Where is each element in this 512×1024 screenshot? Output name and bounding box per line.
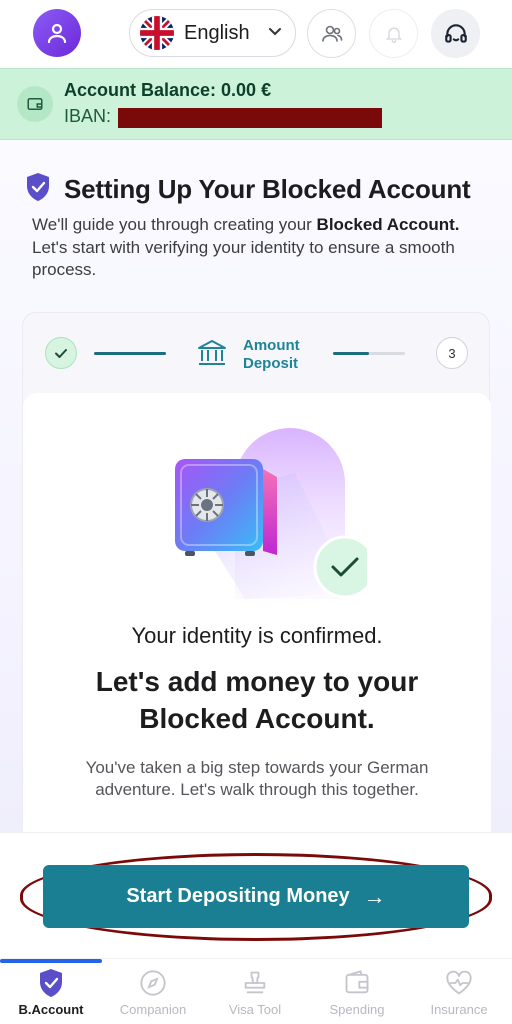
iban-redacted [118, 108, 382, 128]
step-1-complete [45, 337, 77, 369]
current-step-label: Amount Deposit [243, 337, 300, 372]
language-selector[interactable]: English [129, 9, 296, 57]
page-title: Setting Up Your Blocked Account [64, 174, 471, 204]
user-icon [47, 23, 67, 44]
nav-label: B.Account [18, 1002, 84, 1017]
shield-icon [27, 173, 49, 201]
users-icon [321, 25, 342, 42]
chevron-down-icon [267, 23, 283, 44]
safe-illustration [175, 428, 367, 599]
nav-label: Visa Tool [228, 1002, 282, 1017]
step-3: 3 [436, 337, 468, 369]
start-depositing-label: Start Depositing Money [126, 885, 350, 907]
identity-confirmed-text: Your identity is confirmed. [131, 623, 383, 648]
nav-label: Companion [119, 1002, 187, 1017]
intro-text: We'll guide you through creating your Bl… [32, 215, 460, 279]
nav-item-visa-tool[interactable]: Visa Tool [204, 967, 306, 1023]
compass-icon [140, 970, 166, 996]
nav-label: Spending [329, 1002, 385, 1017]
step-connector-1 [94, 352, 166, 355]
account-balance: Account Balance: 0.00 € [64, 80, 272, 100]
active-tab-indicator [0, 959, 102, 963]
nav-item-spending[interactable]: Spending [306, 967, 408, 1023]
arrow-right-icon: → [363, 883, 386, 909]
bottom-navigation: B.Account Companion Visa Tool Spending I… [0, 958, 512, 1024]
check-icon [55, 349, 67, 358]
progress-stepper: Amount Deposit 3 [23, 313, 491, 393]
nav-item-companion[interactable]: Companion [102, 967, 204, 1023]
step-connector-2-progress [333, 352, 369, 355]
uk-flag-icon [140, 16, 174, 50]
support-button[interactable] [431, 9, 480, 58]
wallet-icon [345, 970, 369, 994]
nav-label: Insurance [430, 1002, 488, 1017]
account-balance-bar: Account Balance: 0.00 € IBAN: [0, 68, 512, 140]
card-headline: Let's add money to your Blocked Account. [95, 666, 419, 734]
stamp-icon [244, 971, 266, 994]
headset-icon [444, 23, 467, 43]
bell-icon [385, 27, 402, 43]
wallet-icon [17, 86, 53, 122]
heart-pulse-icon [446, 970, 472, 995]
shield-icon [40, 969, 62, 997]
nav-item-insurance[interactable]: Insurance [408, 967, 510, 1023]
notifications-button[interactable] [369, 9, 418, 58]
card-subtext: You've taken a big step towards your Ger… [85, 758, 429, 799]
start-depositing-button[interactable]: Start Depositing Money → [43, 865, 469, 928]
iban-label: IBAN: [64, 106, 112, 126]
main-content: Setting Up Your Blocked Account We'll gu… [0, 140, 512, 833]
cta-area: Start Depositing Money → [0, 832, 512, 958]
language-label: English [184, 21, 250, 44]
top-bar: English [0, 0, 512, 68]
card-body: Your identity is confirmed. Let's add mo… [23, 393, 491, 833]
companions-button[interactable] [307, 9, 356, 58]
setup-card: Amount Deposit 3 Your identity is confir… [22, 312, 491, 833]
nav-item-baccount[interactable]: B.Account [0, 967, 102, 1023]
avatar[interactable] [33, 9, 81, 57]
bank-icon [198, 340, 226, 365]
